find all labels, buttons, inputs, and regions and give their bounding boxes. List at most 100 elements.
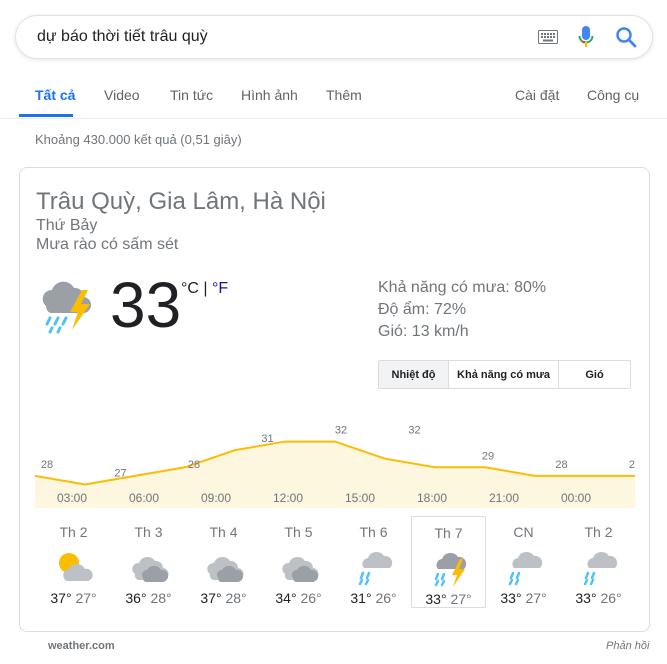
weather-day: Thứ Bảy bbox=[36, 217, 98, 234]
forecast-low: 27° bbox=[525, 590, 547, 606]
unit-separator: | bbox=[198, 280, 212, 297]
celsius-unit[interactable]: °C bbox=[181, 280, 199, 297]
tab-wind[interactable]: Gió bbox=[559, 361, 630, 388]
forecast-high: 37° bbox=[50, 590, 72, 606]
thunderstorm-icon bbox=[434, 552, 467, 587]
search-icon[interactable] bbox=[615, 26, 637, 48]
forecast-day[interactable]: Th 7 33° 27° bbox=[411, 516, 486, 608]
chart-data-label: 29 bbox=[482, 450, 494, 462]
forecast-high: 31° bbox=[350, 590, 372, 606]
forecast-day[interactable]: CN 33° 27° bbox=[486, 516, 561, 608]
chart-x-tick: 21:00 bbox=[488, 491, 520, 505]
rain-icon bbox=[583, 551, 618, 586]
humidity: Độ ẩm: 72% bbox=[378, 301, 467, 318]
wind-speed: Gió: 13 km/h bbox=[378, 323, 469, 340]
partly-cloudy-icon bbox=[59, 553, 93, 581]
chart-x-tick: 09:00 bbox=[200, 491, 232, 505]
forecast-day-temps: 34° 26° bbox=[261, 590, 336, 606]
microphone-icon[interactable] bbox=[578, 25, 594, 49]
precipitation-chance: Khả năng có mưa: 80% bbox=[378, 279, 547, 296]
tab-settings[interactable]: Cài đặt bbox=[515, 87, 559, 103]
chart-data-label: 28 bbox=[555, 459, 567, 471]
forecast-day-name: Th 4 bbox=[209, 524, 238, 540]
forecast-day-temps: 36° 28° bbox=[111, 590, 186, 606]
forecast-high: 33° bbox=[500, 590, 522, 606]
forecast-high: 33° bbox=[425, 591, 447, 607]
chart-x-tick: 18:00 bbox=[416, 491, 448, 505]
forecast-high: 33° bbox=[575, 590, 597, 606]
forecast-day-name: CN bbox=[513, 524, 534, 540]
forecast-day[interactable]: Th 5 34° 26° bbox=[261, 516, 336, 608]
active-tab-indicator bbox=[19, 114, 73, 117]
tab-precipitation[interactable]: Khả năng có mưa bbox=[449, 361, 559, 388]
weather-card: Trâu Quỳ, Gia Lâm, Hà Nội Thứ Bảy Mưa rà… bbox=[19, 167, 650, 632]
search-box[interactable]: dự báo thời tiết trâu quỳ bbox=[15, 15, 653, 59]
cloudy-icon bbox=[282, 556, 319, 582]
tab-tools[interactable]: Công cụ bbox=[587, 87, 639, 103]
chart-x-tick: 15:00 bbox=[344, 491, 376, 505]
tab-images[interactable]: Hình ảnh bbox=[241, 87, 298, 103]
forecast-day-temps: 33° 26° bbox=[561, 590, 636, 606]
chart-data-label: 31 bbox=[261, 433, 273, 445]
forecast-low: 27° bbox=[450, 591, 472, 607]
chart-data-label: 28 bbox=[188, 459, 200, 471]
chart-data-label: 28 bbox=[41, 459, 53, 471]
unit-switch: °C | °F bbox=[181, 280, 228, 298]
forecast-low: 28° bbox=[150, 590, 172, 606]
forecast-day-name: Th 2 bbox=[584, 524, 613, 540]
result-stats: Khoảng 430.000 kết quả (0,51 giây) bbox=[35, 132, 242, 147]
forecast-high: 37° bbox=[200, 590, 222, 606]
chart-x-tick: 00:00 bbox=[560, 491, 592, 505]
weather-details: Khả năng có mưa: 80% Độ ẩm: 72% Gió: 13 … bbox=[378, 277, 546, 343]
forecast-day[interactable]: Th 2 37° 27° bbox=[36, 516, 111, 608]
chart-data-label: 32 bbox=[408, 425, 420, 437]
forecast-day-temps: 37° 27° bbox=[36, 590, 111, 606]
thunderstorm-icon bbox=[42, 281, 92, 334]
temperature-chart: 28 27 28 31 32 32 29 28 28 bbox=[35, 425, 635, 508]
tab-video[interactable]: Video bbox=[104, 87, 140, 103]
fahrenheit-unit[interactable]: °F bbox=[212, 280, 228, 297]
cloudy-icon bbox=[132, 556, 169, 582]
forecast-day-name: Th 3 bbox=[134, 524, 163, 540]
chart-x-tick: 03:00 bbox=[56, 491, 88, 505]
feedback-link[interactable]: Phản hồi bbox=[606, 640, 649, 652]
tab-more[interactable]: Thêm bbox=[326, 87, 362, 103]
forecast-day[interactable]: Th 3 36° 28° bbox=[111, 516, 186, 608]
forecast-day[interactable]: Th 4 37° 28° bbox=[186, 516, 261, 608]
tab-temperature[interactable]: Nhiệt độ bbox=[379, 361, 449, 388]
forecast-day[interactable]: Th 2 33° 26° bbox=[561, 516, 636, 608]
forecast-day-temps: 33° 27° bbox=[412, 591, 485, 607]
forecast-day-temps: 33° 27° bbox=[486, 590, 561, 606]
forecast-low: 27° bbox=[75, 590, 97, 606]
forecast-day-name: Th 7 bbox=[434, 525, 463, 541]
forecast-day-temps: 31° 26° bbox=[336, 590, 411, 606]
keyboard-icon[interactable] bbox=[538, 30, 558, 44]
forecast-day[interactable]: Th 6 31° 26° bbox=[336, 516, 411, 608]
forecast-high: 34° bbox=[275, 590, 297, 606]
weather-condition: Mưa rào có sấm sét bbox=[36, 236, 179, 253]
chart-data-label: 32 bbox=[335, 425, 347, 437]
chart-data-label: 28 bbox=[629, 459, 635, 471]
tab-all[interactable]: Tất cả bbox=[35, 87, 75, 103]
forecast-day-name: Th 5 bbox=[284, 524, 313, 540]
forecast-low: 28° bbox=[225, 590, 247, 606]
search-input[interactable]: dự báo thời tiết trâu quỳ bbox=[37, 28, 208, 46]
current-temperature: 33 bbox=[110, 269, 182, 341]
rain-icon bbox=[508, 551, 543, 586]
forecast-day-name: Th 6 bbox=[359, 524, 388, 540]
rain-icon bbox=[358, 551, 393, 586]
chart-mode-selector: Nhiệt độ Khả năng có mưa Gió bbox=[378, 360, 631, 389]
forecast-day-temps: 37° 28° bbox=[186, 590, 261, 606]
forecast-low: 26° bbox=[300, 590, 322, 606]
chart-data-label: 27 bbox=[114, 467, 126, 479]
cloudy-icon bbox=[207, 556, 244, 582]
forecast-high: 36° bbox=[125, 590, 147, 606]
tab-news[interactable]: Tin tức bbox=[170, 87, 213, 103]
weather-location: Trâu Quỳ, Gia Lâm, Hà Nội bbox=[36, 188, 326, 215]
forecast-day-name: Th 2 bbox=[59, 524, 88, 540]
chart-x-tick: 06:00 bbox=[128, 491, 160, 505]
chart-x-tick: 12:00 bbox=[272, 491, 304, 505]
weather-source-link[interactable]: weather.com bbox=[48, 640, 115, 652]
forecast-low: 26° bbox=[375, 590, 397, 606]
forecast-low: 26° bbox=[600, 590, 622, 606]
